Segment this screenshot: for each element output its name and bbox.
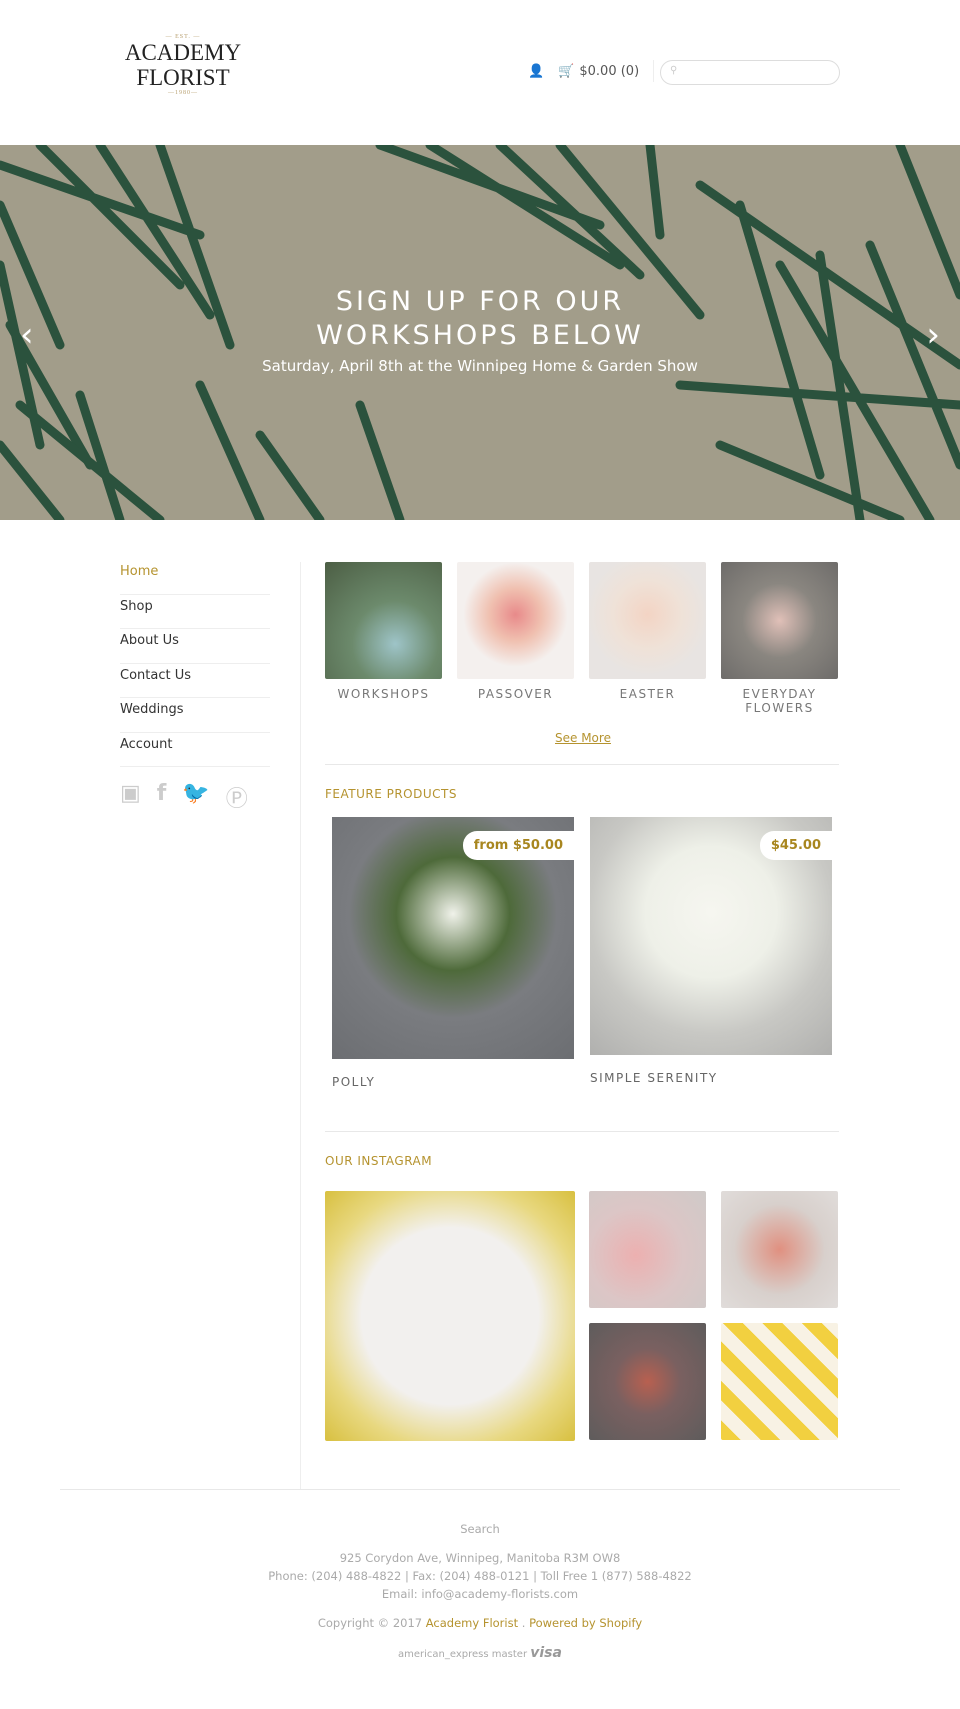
next-slide-icon[interactable]: › <box>926 315 940 355</box>
product-name[interactable]: SIMPLE SERENITY <box>590 1071 718 1085</box>
category-label: EVERYDAY FLOWERS <box>742 687 817 715</box>
hero-title: SIGN UP FOR OUR WORKSHOPS BELOW <box>316 286 644 351</box>
sidebar-item-home[interactable]: Home <box>120 560 270 595</box>
copyright: Copyright © 2017 Academy Florist . Power… <box>0 1614 960 1632</box>
search-icon: ⚲ <box>670 65 678 76</box>
price-badge: $45.00 <box>759 831 832 860</box>
category-workshops[interactable]: WORKSHOPS <box>325 562 442 701</box>
footer-address: 925 Corydon Ave, Winnipeg, Manitoba R3M … <box>0 1549 960 1603</box>
instagram-photo[interactable] <box>589 1323 706 1440</box>
separator: . <box>521 1616 526 1630</box>
category-label: EASTER <box>619 687 676 701</box>
sidebar-item-shop[interactable]: Shop <box>120 595 270 629</box>
store-link[interactable]: Academy Florist <box>426 1616 518 1630</box>
footer-divider <box>60 1489 900 1490</box>
category-label: WORKSHOPS <box>337 687 430 701</box>
instagram-photo[interactable] <box>721 1323 838 1440</box>
category-image <box>721 562 838 679</box>
divider <box>653 60 655 82</box>
category-image <box>325 562 442 679</box>
visa-icon: visa <box>530 1645 562 1661</box>
footer-search-link[interactable]: Search <box>0 1520 960 1538</box>
cart-total[interactable]: $0.00 (0) <box>579 64 639 79</box>
phone: Phone: (204) 488-4822 | Fax: (204) 488-0… <box>268 1569 692 1583</box>
product-image-polly[interactable]: from $50.00 <box>332 817 574 1059</box>
search-input[interactable]: ⚲ <box>660 60 840 85</box>
payment-icons: american_express master visa <box>0 1644 960 1664</box>
hero-subtitle: Saturday, April 8th at the Winnipeg Home… <box>262 357 698 375</box>
mastercard-icon: master <box>491 1649 528 1660</box>
twitter-icon[interactable]: 🐦 <box>182 781 209 813</box>
category-passover[interactable]: PASSOVER <box>457 562 574 701</box>
sidebar-item-about[interactable]: About Us <box>120 629 270 664</box>
sidebar-item-contact[interactable]: Contact Us <box>120 664 270 698</box>
prev-slide-icon[interactable]: ‹ <box>20 315 34 355</box>
category-image <box>457 562 574 679</box>
divider <box>325 1131 839 1132</box>
instagram-photo[interactable] <box>589 1191 706 1308</box>
hero-slider[interactable]: SIGN UP FOR OUR WORKSHOPS BELOW Saturday… <box>0 145 960 520</box>
divider <box>300 562 301 1490</box>
instagram-icon[interactable]: ▣ <box>120 781 141 813</box>
amex-icon: american_express <box>398 1649 489 1660</box>
copyright-text: Copyright © 2017 <box>317 1616 423 1630</box>
facebook-icon[interactable]: f <box>157 781 167 813</box>
sidebar-item-weddings[interactable]: Weddings <box>120 698 270 733</box>
instagram-photo[interactable] <box>721 1191 838 1308</box>
product-image-simple-serenity[interactable]: $45.00 <box>590 817 832 1055</box>
email: Email: info@academy-florists.com <box>381 1587 579 1601</box>
category-easter[interactable]: EASTER <box>589 562 706 701</box>
address: 925 Corydon Ave, Winnipeg, Manitoba R3M … <box>339 1551 621 1565</box>
category-image <box>589 562 706 679</box>
sidebar-nav: Home Shop About Us Contact Us Weddings A… <box>120 560 270 813</box>
price-badge: from $50.00 <box>462 831 574 860</box>
instagram-photo[interactable] <box>325 1191 575 1441</box>
featured-title: FEATURE PRODUCTS <box>325 787 457 801</box>
category-everyday-flowers[interactable]: EVERYDAY FLOWERS <box>721 562 838 715</box>
instagram-title: OUR INSTAGRAM <box>325 1154 433 1168</box>
pinterest-icon[interactable]: Ⓟ <box>226 781 248 813</box>
product-name[interactable]: POLLY <box>332 1075 375 1089</box>
divider <box>325 764 839 765</box>
sidebar-item-account[interactable]: Account <box>120 733 270 767</box>
see-more-link[interactable]: See More <box>555 731 611 745</box>
category-label: PASSOVER <box>477 687 554 701</box>
logo[interactable]: — EST. — ACADEMY FLORIST —1980— <box>118 34 248 96</box>
shopify-link[interactable]: Powered by Shopify <box>529 1616 642 1630</box>
account-icon[interactable]: 👤 <box>528 64 544 79</box>
cart-icon[interactable]: 🛒 <box>558 64 574 79</box>
header-actions: 👤 🛒 $0.00 (0) <box>528 60 655 82</box>
